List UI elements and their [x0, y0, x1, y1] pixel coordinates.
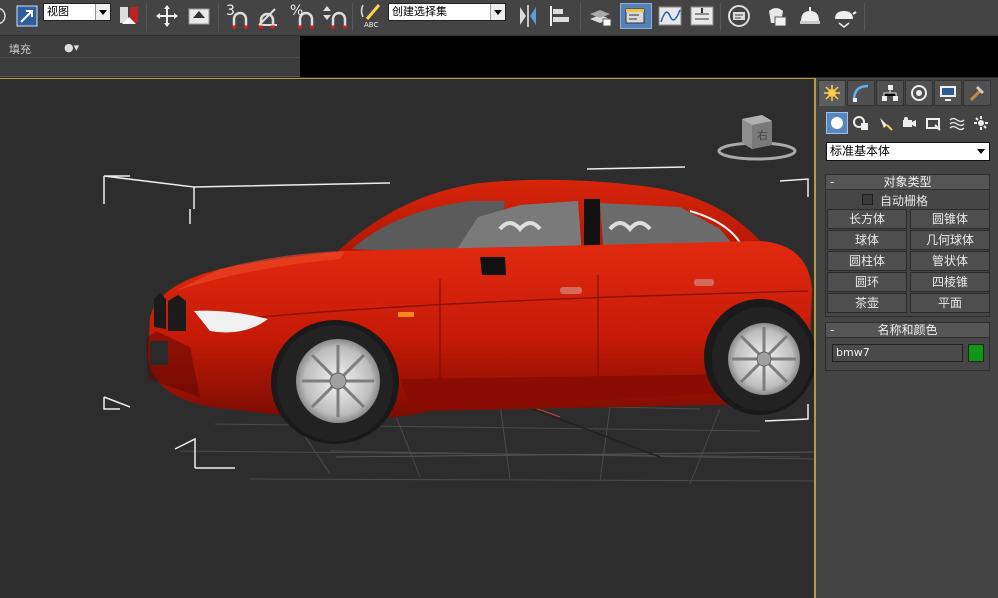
reference-coordinate-dropdown[interactable]: 视图: [43, 3, 111, 21]
chevron-down-icon: [95, 4, 110, 20]
named-selection-dropdown[interactable]: 创建选择集: [388, 3, 506, 21]
angle-snap-icon[interactable]: [255, 3, 283, 29]
eye-visibility-icon[interactable]: ●▾: [64, 41, 79, 54]
svg-text:ABC: ABC: [364, 21, 378, 29]
name-color-rollout: - 名称和颜色 bmw7: [825, 322, 990, 371]
pivot-center-icon[interactable]: [116, 3, 142, 29]
snap-toggle-icon[interactable]: 3: [224, 3, 252, 29]
object-category-dropdown[interactable]: 标准基本体: [826, 142, 990, 161]
geometry-icon[interactable]: [826, 112, 848, 134]
viewcube-face-label[interactable]: 右: [757, 127, 768, 143]
render-setup-icon[interactable]: [796, 3, 824, 29]
car-model-bmw7: [146, 179, 814, 444]
ribbon-divider: [0, 57, 300, 58]
lights-icon[interactable]: [874, 112, 896, 134]
toolbar-separator: [580, 3, 581, 31]
material-editor-icon[interactable]: [762, 3, 790, 29]
snap-label: 3: [226, 3, 235, 19]
select-scale-icon[interactable]: [14, 3, 40, 29]
geosphere-button[interactable]: 几何球体: [910, 230, 990, 250]
shapes-icon[interactable]: [850, 112, 872, 134]
dope-sheet-icon[interactable]: [688, 3, 716, 29]
create-category-bar: [826, 112, 992, 134]
name-color-title: 名称和颜色: [877, 323, 938, 337]
teapot-button[interactable]: 茶壶: [827, 293, 907, 313]
plane-button[interactable]: 平面: [910, 293, 990, 313]
tube-button[interactable]: 管状体: [910, 251, 990, 271]
curve-editor-icon[interactable]: [656, 3, 684, 29]
sphere-button[interactable]: 球体: [827, 230, 907, 250]
cameras-icon[interactable]: [898, 112, 920, 134]
chevron-down-icon: [974, 144, 988, 159]
object-type-rollout-header[interactable]: - 对象类型: [826, 175, 989, 190]
object-type-rollout: - 对象类型 自动栅格 长方体 圆锥体 球体 几何球体 圆柱体 管状体 圆环 四…: [825, 174, 990, 317]
reference-coordinate-value: 视图: [47, 5, 69, 18]
percent-snap-icon[interactable]: %: [288, 3, 316, 29]
cone-button[interactable]: 圆锥体: [910, 209, 990, 229]
viewport-caption-band: [300, 36, 998, 77]
ribbon-panel: 填充 ●▾: [0, 36, 300, 77]
display-tab-icon[interactable]: [934, 80, 962, 106]
scene-explorer-icon[interactable]: [620, 3, 652, 29]
space-warps-icon[interactable]: [946, 112, 968, 134]
pyramid-button[interactable]: 四棱锥: [910, 272, 990, 292]
percent-snap-label: %: [290, 3, 304, 19]
autogrid-checkbox[interactable]: [862, 194, 873, 205]
create-tab-icon[interactable]: [818, 80, 846, 106]
toolbar-separator: [864, 3, 865, 31]
helpers-icon[interactable]: [922, 112, 944, 134]
box-button[interactable]: 长方体: [827, 209, 907, 229]
motion-tab-icon[interactable]: [905, 80, 933, 106]
object-type-title: 对象类型: [883, 175, 932, 189]
toolbar-separator: [218, 3, 219, 31]
systems-icon[interactable]: [970, 112, 992, 134]
toolbar-separator: [352, 3, 353, 31]
autogrid-row: 自动栅格: [826, 190, 989, 209]
toolbar-separator: [146, 3, 147, 31]
main-toolbar: 视图 3 % ABC 创建选择集: [0, 0, 998, 36]
collapse-icon[interactable]: -: [830, 323, 834, 337]
object-name-field[interactable]: bmw7: [832, 344, 963, 362]
utilities-tab-icon[interactable]: [963, 80, 991, 106]
object-category-value: 标准基本体: [830, 144, 891, 158]
collapse-icon[interactable]: -: [830, 175, 834, 189]
layer-manager-icon[interactable]: [586, 3, 614, 29]
viewport-scene: z: [103, 115, 814, 485]
object-type-buttons: 长方体 圆锥体 球体 几何球体 圆柱体 管状体 圆环 四棱锥 茶壶 平面: [826, 209, 990, 316]
align-icon[interactable]: [546, 3, 574, 29]
keyboard-shortcut-icon[interactable]: [186, 3, 212, 29]
render-production-icon[interactable]: [830, 3, 858, 29]
toolbar-separator: [720, 3, 721, 31]
name-color-rollout-header[interactable]: - 名称和颜色: [826, 323, 989, 338]
command-panel: 标准基本体 - 对象类型 自动栅格 长方体 圆锥体 球体 几何球体 圆柱体 管状…: [816, 78, 998, 598]
autogrid-label: 自动栅格: [880, 194, 929, 208]
object-color-swatch[interactable]: [968, 344, 984, 362]
command-panel-tabs: [818, 80, 991, 106]
select-manipulate-icon[interactable]: [154, 3, 180, 29]
edit-named-selection-icon[interactable]: ABC: [358, 3, 384, 29]
fill-label[interactable]: 填充: [9, 41, 31, 57]
chevron-down-icon: [490, 4, 505, 20]
schematic-view-icon[interactable]: [724, 3, 754, 29]
perspective-viewport[interactable]: z: [0, 78, 816, 598]
partial-circle-icon[interactable]: [0, 3, 10, 29]
mirror-icon[interactable]: [514, 3, 542, 29]
named-selection-value: 创建选择集: [392, 5, 447, 18]
cylinder-button[interactable]: 圆柱体: [827, 251, 907, 271]
hierarchy-tab-icon[interactable]: [876, 80, 904, 106]
name-color-row: bmw7: [826, 338, 989, 370]
modify-tab-icon[interactable]: [847, 80, 875, 106]
spinner-snap-icon[interactable]: [320, 3, 348, 29]
torus-button[interactable]: 圆环: [827, 272, 907, 292]
